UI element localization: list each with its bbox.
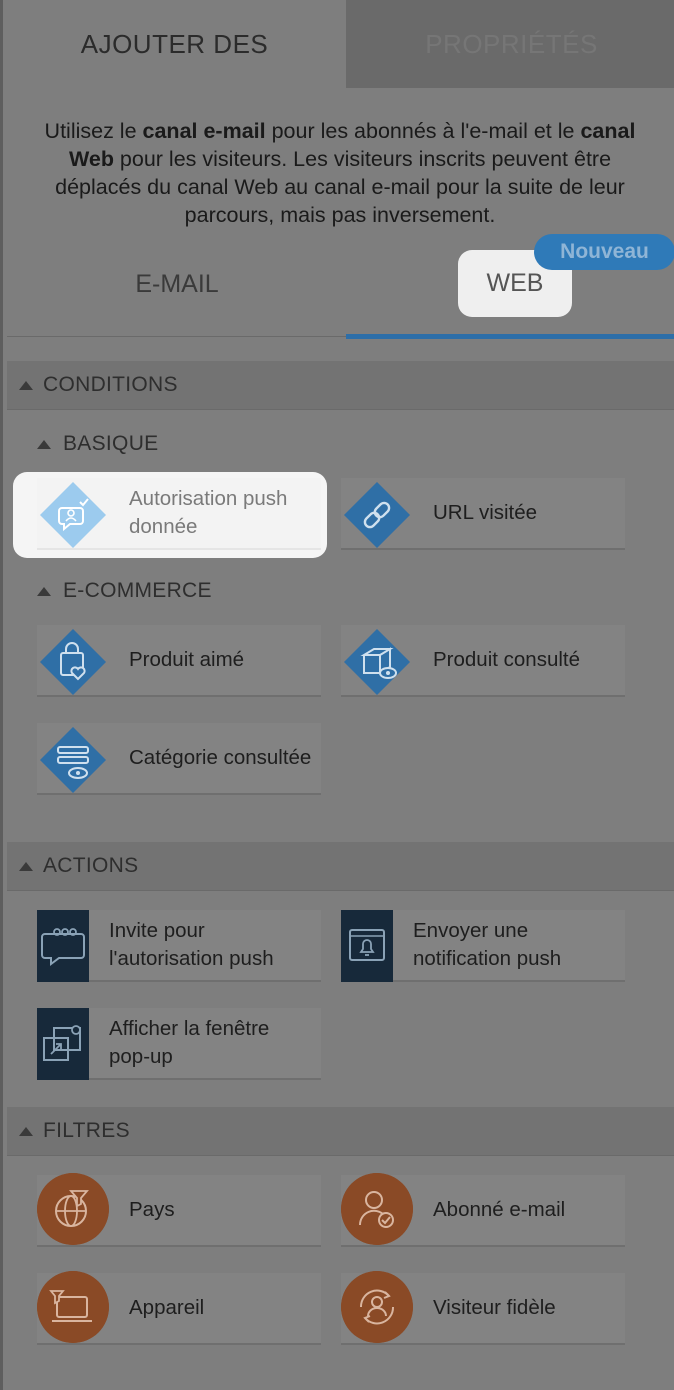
card-label: Visiteur fidèle bbox=[433, 1296, 556, 1319]
collapse-triangle-icon bbox=[19, 861, 33, 871]
channel-tab-email[interactable]: E-MAIL bbox=[7, 250, 347, 318]
section-conditions[interactable]: CONDITIONS bbox=[7, 361, 674, 410]
channel-divider bbox=[7, 336, 346, 337]
card-label: URL visitée bbox=[433, 501, 538, 524]
user-cycle-icon bbox=[341, 1271, 413, 1343]
card-label: Produit aimé bbox=[129, 648, 245, 671]
section-filters[interactable]: FILTRES bbox=[7, 1107, 674, 1156]
card-label: Autorisation push donnée bbox=[129, 487, 288, 538]
box-eye-icon bbox=[344, 629, 410, 695]
intro-email-channel: canal e-mail bbox=[142, 119, 266, 143]
intro-text: pour les visiteurs. Les visiteurs inscri… bbox=[55, 147, 625, 227]
action-show-popup[interactable]: Afficher la fenêtre pop-up bbox=[37, 1008, 321, 1080]
tab-add[interactable]: AJOUTER DES bbox=[3, 0, 346, 88]
card-label: Envoyer une notification push bbox=[413, 919, 562, 970]
subsection-label: E-COMMERCE bbox=[63, 579, 212, 602]
action-send-push-notification[interactable]: Envoyer une notification push bbox=[341, 910, 625, 982]
card-label: Appareil bbox=[129, 1296, 205, 1319]
card-label: Afficher la fenêtre pop-up bbox=[109, 1017, 270, 1068]
card-label: Pays bbox=[129, 1198, 175, 1221]
journey-sidebar-panel: AJOUTER DES PROPRIÉTÉS Utilisez le canal… bbox=[0, 0, 674, 1390]
new-badge: Nouveau bbox=[534, 234, 674, 270]
active-channel-indicator bbox=[346, 334, 674, 339]
condition-url-visited[interactable]: URL visitée bbox=[341, 478, 625, 550]
link-icon bbox=[344, 482, 410, 548]
intro-text: pour les abonnés à l'e-mail et le bbox=[265, 119, 581, 143]
subsection-label: BASIQUE bbox=[63, 432, 159, 455]
tab-properties[interactable]: PROPRIÉTÉS bbox=[346, 0, 674, 88]
action-push-permission-prompt[interactable]: Invite pour l'autorisation push bbox=[37, 910, 321, 982]
chat-prompt-icon bbox=[37, 910, 89, 982]
top-tabs: AJOUTER DES PROPRIÉTÉS bbox=[3, 0, 674, 88]
card-label: Catégorie consultée bbox=[129, 746, 312, 769]
push-permission-icon bbox=[40, 482, 106, 548]
bell-window-icon bbox=[341, 910, 393, 982]
card-label: Invite pour l'autorisation push bbox=[109, 919, 274, 970]
collapse-triangle-icon bbox=[37, 586, 51, 596]
subsection-ecommerce[interactable]: E-COMMERCE bbox=[37, 579, 212, 603]
list-eye-icon bbox=[40, 727, 106, 793]
condition-push-permission-granted[interactable]: Autorisation push donnée bbox=[37, 478, 321, 550]
collapse-triangle-icon bbox=[19, 1126, 33, 1136]
laptop-filter-icon bbox=[37, 1271, 109, 1343]
filter-email-subscriber[interactable]: Abonné e-mail bbox=[341, 1173, 625, 1247]
globe-filter-icon bbox=[37, 1173, 109, 1245]
channel-description: Utilisez le canal e-mail pour les abonné… bbox=[23, 117, 657, 229]
collapse-triangle-icon bbox=[37, 439, 51, 449]
user-check-icon bbox=[341, 1173, 413, 1245]
card-label: Abonné e-mail bbox=[433, 1198, 566, 1221]
section-label: FILTRES bbox=[43, 1119, 130, 1142]
shopping-bag-heart-icon bbox=[40, 629, 106, 695]
collapse-triangle-icon bbox=[19, 380, 33, 390]
card-label: Produit consulté bbox=[433, 648, 581, 671]
filter-loyal-visitor[interactable]: Visiteur fidèle bbox=[341, 1271, 625, 1345]
filter-device[interactable]: Appareil bbox=[37, 1271, 321, 1345]
subsection-basique[interactable]: BASIQUE bbox=[37, 432, 158, 456]
condition-product-viewed[interactable]: Produit consulté bbox=[341, 625, 625, 697]
filter-country[interactable]: Pays bbox=[37, 1173, 321, 1247]
condition-category-viewed[interactable]: Catégorie consultée bbox=[37, 723, 321, 795]
section-label: ACTIONS bbox=[43, 854, 139, 877]
section-actions[interactable]: ACTIONS bbox=[7, 842, 674, 891]
popup-window-icon bbox=[37, 1008, 89, 1080]
intro-text: Utilisez le bbox=[44, 119, 143, 143]
section-label: CONDITIONS bbox=[43, 373, 178, 396]
condition-product-liked[interactable]: Produit aimé bbox=[37, 625, 321, 697]
